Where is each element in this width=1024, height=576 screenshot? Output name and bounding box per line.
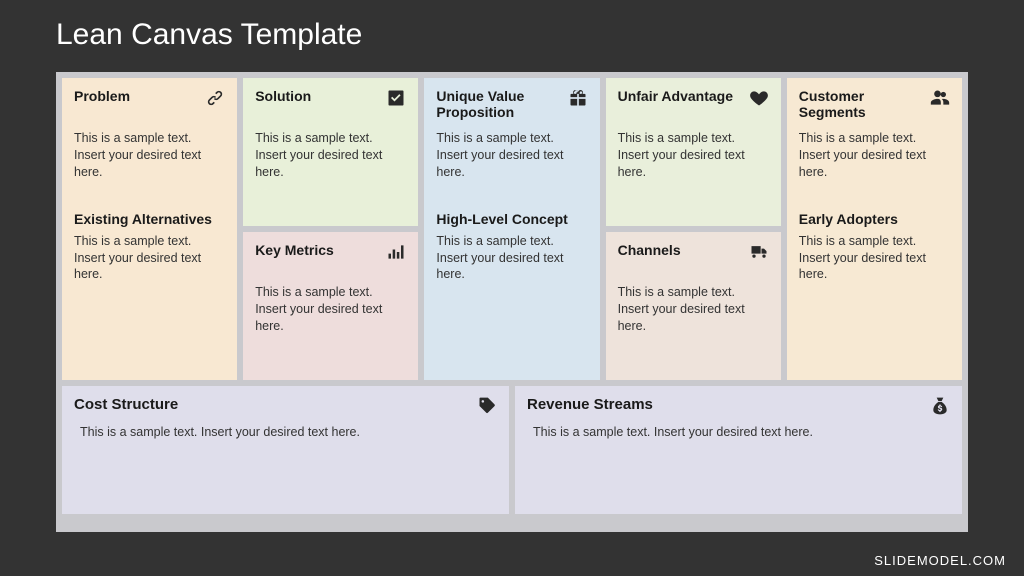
users-icon bbox=[930, 88, 950, 108]
early-adopters-body: This is a sample text. Insert your desir… bbox=[799, 233, 950, 284]
cell-advantage: Unfair Advantage This is a sample text. … bbox=[606, 78, 781, 226]
gift-icon bbox=[568, 88, 588, 108]
cell-revenue: Revenue Streams This is a sample text. I… bbox=[515, 386, 962, 514]
money-bag-icon bbox=[930, 396, 950, 416]
cost-body: This is a sample text. Insert your desir… bbox=[74, 424, 497, 441]
solution-title: Solution bbox=[255, 88, 315, 104]
early-adopters-title: Early Adopters bbox=[799, 211, 950, 227]
check-icon bbox=[386, 88, 406, 108]
segments-body: This is a sample text. Insert your desir… bbox=[799, 130, 950, 181]
cost-title: Cost Structure bbox=[74, 396, 182, 413]
uvp-title: Unique Value Proposition bbox=[436, 88, 567, 120]
lean-canvas-grid: Problem This is a sample text. Insert yo… bbox=[62, 78, 962, 526]
high-level-concept-body: This is a sample text. Insert your desir… bbox=[436, 233, 587, 284]
problem-body: This is a sample text. Insert your desir… bbox=[74, 130, 225, 181]
cell-channels: Channels This is a sample text. Insert y… bbox=[606, 232, 781, 380]
cell-segments: Customer Segments This is a sample text.… bbox=[787, 78, 962, 380]
cell-solution: Solution This is a sample text. Insert y… bbox=[243, 78, 418, 226]
problem-title: Problem bbox=[74, 88, 134, 104]
high-level-concept-title: High-Level Concept bbox=[436, 211, 587, 227]
tag-icon bbox=[477, 396, 497, 416]
channels-body: This is a sample text. Insert your desir… bbox=[618, 284, 769, 335]
existing-alternatives-body: This is a sample text. Insert your desir… bbox=[74, 233, 225, 284]
solution-body: This is a sample text. Insert your desir… bbox=[255, 130, 406, 181]
revenue-body: This is a sample text. Insert your desir… bbox=[527, 424, 950, 441]
canvas-container: Problem This is a sample text. Insert yo… bbox=[56, 72, 968, 532]
cell-uvp: Unique Value Proposition This is a sampl… bbox=[424, 78, 599, 380]
uvp-body: This is a sample text. Insert your desir… bbox=[436, 130, 587, 181]
watermark: SLIDEMODEL.COM bbox=[874, 553, 1006, 568]
existing-alternatives-title: Existing Alternatives bbox=[74, 211, 225, 227]
advantage-body: This is a sample text. Insert your desir… bbox=[618, 130, 769, 181]
cell-metrics: Key Metrics This is a sample text. Inser… bbox=[243, 232, 418, 380]
metrics-title: Key Metrics bbox=[255, 242, 338, 258]
bar-chart-icon bbox=[386, 242, 406, 262]
channels-title: Channels bbox=[618, 242, 685, 258]
slide-title: Lean Canvas Template bbox=[0, 0, 1024, 52]
revenue-title: Revenue Streams bbox=[527, 396, 657, 413]
heart-icon bbox=[749, 88, 769, 108]
cell-cost: Cost Structure This is a sample text. In… bbox=[62, 386, 509, 514]
metrics-body: This is a sample text. Insert your desir… bbox=[255, 284, 406, 335]
cell-problem: Problem This is a sample text. Insert yo… bbox=[62, 78, 237, 380]
advantage-title: Unfair Advantage bbox=[618, 88, 737, 104]
link-icon bbox=[205, 88, 225, 108]
truck-icon bbox=[749, 242, 769, 262]
segments-title: Customer Segments bbox=[799, 88, 930, 120]
